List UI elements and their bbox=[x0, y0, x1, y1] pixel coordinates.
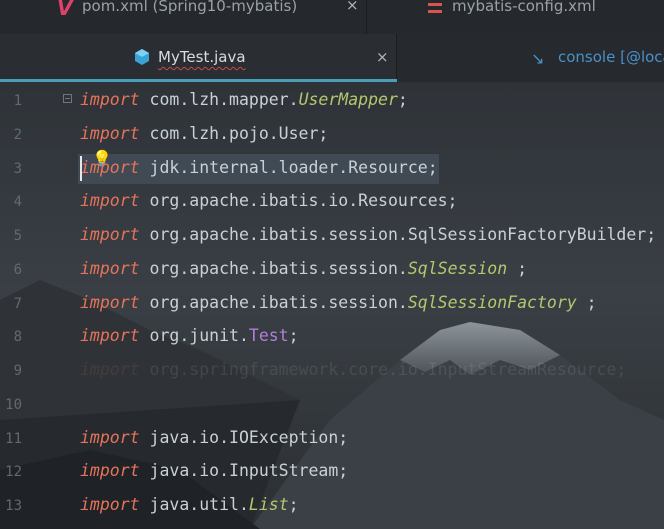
line-number: 5 bbox=[13, 228, 22, 244]
line-number: 12 bbox=[5, 464, 22, 480]
close-icon[interactable]: × bbox=[376, 48, 389, 66]
code-line[interactable]: 7 import org.apache.ibatis.session.SqlSe… bbox=[0, 287, 664, 321]
code-type: SqlSessionFactory bbox=[407, 293, 577, 312]
code-text: import java.io.InputStream; bbox=[80, 461, 348, 480]
tab-mytest-java[interactable]: MyTest.java × bbox=[0, 34, 397, 82]
code-segment: ; bbox=[288, 326, 299, 345]
code-line[interactable]: 4 import org.apache.ibatis.io.Resources; bbox=[0, 185, 664, 219]
tab-label: mybatis-config.xml bbox=[452, 0, 596, 15]
close-icon[interactable]: × bbox=[346, 0, 359, 14]
tab-label: MyTest.java bbox=[158, 48, 246, 66]
tab-label: pom.xml (Spring10-mybatis) bbox=[82, 0, 298, 15]
keyword: import bbox=[80, 90, 140, 109]
code-segment: org.apache.ibatis.session. bbox=[139, 259, 408, 278]
keyword: import bbox=[80, 293, 140, 312]
line-number: 1 bbox=[13, 93, 22, 109]
java-class-icon bbox=[135, 49, 149, 65]
tab-pom-xml[interactable]: V pom.xml (Spring10-mybatis) × bbox=[0, 0, 367, 34]
code-segment: java.util. bbox=[139, 495, 249, 514]
code-text: import com.lzh.mapper.UserMapper; bbox=[80, 90, 408, 109]
keyword: import bbox=[80, 461, 140, 480]
tab-console[interactable]: ↘ console [@loca bbox=[397, 34, 664, 82]
keyword: import bbox=[80, 326, 140, 345]
code-segment: org.apache.ibatis.io.Resources; bbox=[139, 191, 458, 210]
keyword: import bbox=[80, 259, 140, 278]
maven-icon: V bbox=[57, 0, 73, 20]
line-number: 3 bbox=[13, 161, 22, 177]
code-type: UserMapper bbox=[298, 90, 398, 109]
code-text: import java.util.List; bbox=[80, 495, 299, 514]
line-number: 4 bbox=[13, 194, 22, 210]
line-number: 10 bbox=[5, 397, 22, 413]
keyword: import bbox=[80, 495, 140, 514]
code-text: import org.apache.ibatis.session.SqlSess… bbox=[80, 225, 656, 244]
line-number: 2 bbox=[13, 127, 22, 143]
code-text: import jdk.internal.loader.Resource; bbox=[80, 158, 438, 177]
code-segment: java.io.InputStream; bbox=[139, 461, 349, 480]
code-line[interactable]: 10 bbox=[0, 388, 664, 422]
code-text: import com.lzh.pojo.User; bbox=[80, 124, 328, 143]
line-number: 6 bbox=[13, 262, 22, 278]
keyword: import bbox=[80, 124, 140, 143]
code-segment: ; bbox=[397, 90, 408, 109]
code-text: import org.apache.ibatis.session.SqlSess… bbox=[80, 293, 597, 312]
code-segment: org.junit. bbox=[139, 326, 249, 345]
code-segment: org.apache.ibatis.session.SqlSessionFact… bbox=[139, 225, 657, 244]
code-segment: com.lzh.pojo.User; bbox=[139, 124, 329, 143]
code-line[interactable]: 5 import org.apache.ibatis.session.SqlSe… bbox=[0, 219, 664, 253]
keyword: import bbox=[80, 225, 140, 244]
code-line[interactable]: 2 import com.lzh.pojo.User; bbox=[0, 118, 664, 152]
editor-tab-bar-top: V pom.xml (Spring10-mybatis) × mybatis-c… bbox=[0, 0, 664, 34]
code-text: import org.apache.ibatis.session.SqlSess… bbox=[80, 259, 527, 278]
code-segment: org.apache.ibatis.session. bbox=[139, 293, 408, 312]
tab-mybatis-config[interactable]: mybatis-config.xml bbox=[367, 0, 664, 34]
code-segment: com.lzh.mapper. bbox=[139, 90, 299, 109]
line-number: 7 bbox=[13, 296, 22, 312]
keyword: import bbox=[80, 428, 140, 447]
code-text: import org.junit.Test; bbox=[80, 326, 299, 345]
code-annotation: Test bbox=[248, 326, 289, 345]
code-line[interactable]: 11 import java.io.IOException; bbox=[0, 422, 664, 456]
code-segment: ; bbox=[507, 259, 528, 278]
tab-label: console [@loca bbox=[558, 48, 664, 66]
code-segment: ; bbox=[288, 495, 299, 514]
code-line[interactable]: 12 import java.io.InputStream; bbox=[0, 455, 664, 489]
line-number: 11 bbox=[5, 431, 22, 447]
code-line-unused[interactable]: 9 import org.springframework.core.io.Inp… bbox=[0, 354, 664, 388]
console-icon: ↘ bbox=[531, 49, 545, 68]
code-segment: java.io.IOException; bbox=[139, 428, 349, 447]
code-text: import org.apache.ibatis.io.Resources; bbox=[80, 191, 458, 210]
code-line-current[interactable]: 3 💡 import jdk.internal.loader.Resource; bbox=[0, 149, 664, 186]
editor-tab-bar: MyTest.java × ↘ console [@loca bbox=[0, 34, 664, 82]
code-text: import org.springframework.core.io.Input… bbox=[80, 360, 626, 379]
code-type: List bbox=[248, 495, 289, 514]
code-line[interactable]: 6 import org.apache.ibatis.session.SqlSe… bbox=[0, 253, 664, 287]
code-text: import java.io.IOException; bbox=[80, 428, 348, 447]
line-number: 8 bbox=[13, 329, 22, 345]
keyword: import bbox=[80, 360, 140, 379]
line-number: 13 bbox=[5, 498, 22, 514]
text-caret bbox=[80, 156, 82, 181]
xml-file-icon bbox=[428, 3, 442, 13]
active-tab-indicator bbox=[0, 79, 397, 82]
code-line[interactable]: 13 import java.util.List; bbox=[0, 489, 664, 523]
code-segment: ; bbox=[576, 293, 597, 312]
keyword: import bbox=[80, 158, 140, 177]
code-segment: jdk.internal.loader.Resource; bbox=[139, 158, 438, 177]
code-segment: org.springframework.core.io.InputStreamR… bbox=[139, 360, 627, 379]
code-type: SqlSession bbox=[407, 259, 508, 278]
line-number: 9 bbox=[13, 363, 22, 379]
code-line[interactable]: 1 import com.lzh.mapper.UserMapper; bbox=[0, 84, 664, 118]
code-line[interactable]: 8 import org.junit.Test; bbox=[0, 320, 664, 354]
fold-toggle-icon[interactable] bbox=[63, 94, 72, 103]
code-editor[interactable]: 1 import com.lzh.mapper.UserMapper; 2 im… bbox=[0, 82, 664, 529]
keyword: import bbox=[80, 191, 140, 210]
